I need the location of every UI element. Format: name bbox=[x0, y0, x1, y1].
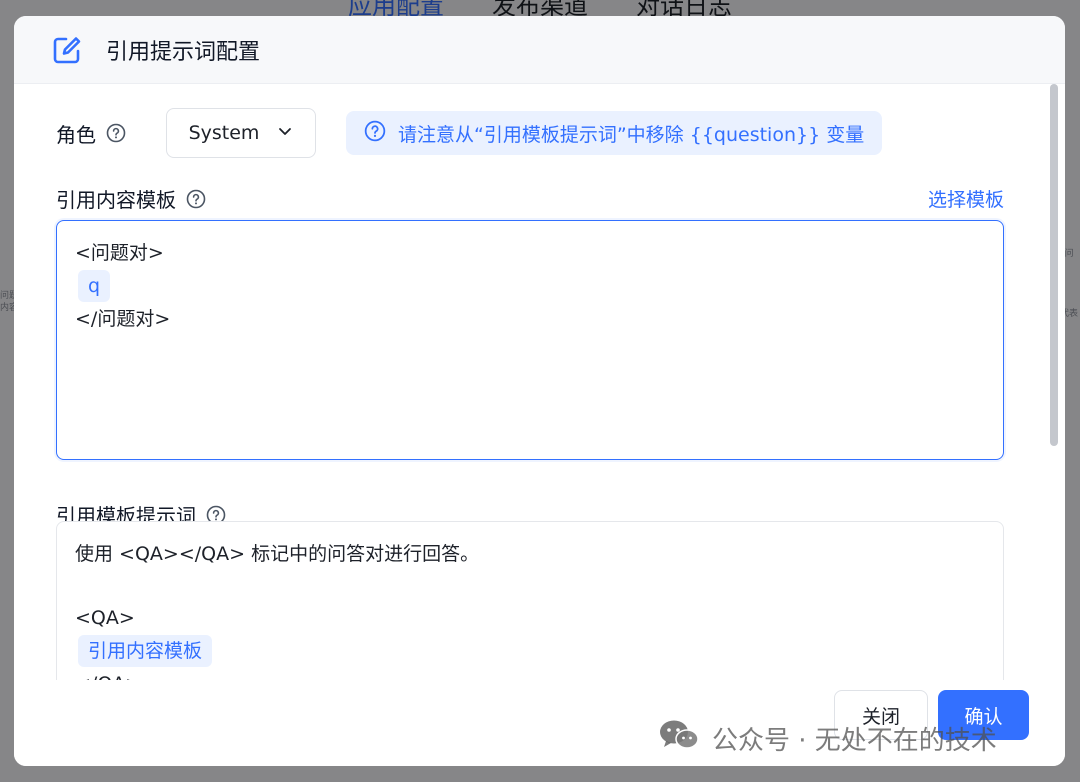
dialog-body: 角色 System 请注意从“引用模板提示词”中移除 {{question}} … bbox=[14, 84, 1065, 680]
role-select-value: System bbox=[188, 122, 260, 144]
info-icon bbox=[364, 120, 386, 147]
quote-prompt-editor[interactable]: 使用 <QA></QA> 标记中的问答对进行回答。 <QA> 引用内容模板 </… bbox=[56, 521, 1004, 680]
role-select[interactable]: System bbox=[166, 108, 316, 158]
tip-text: 请注意从“引用模板提示词”中移除 {{question}} 变量 bbox=[398, 123, 865, 146]
choose-template-link[interactable]: 选择模板 bbox=[928, 185, 1004, 212]
question-variable-tip: 请注意从“引用模板提示词”中移除 {{question}} 变量 bbox=[346, 111, 883, 155]
help-icon[interactable] bbox=[186, 189, 206, 209]
quote-template-label-row: 引用内容模板 选择模板 bbox=[56, 184, 1004, 213]
watermark-text: 公众号 · 无处不在的技术 bbox=[712, 726, 997, 756]
watermark: 公众号 · 无处不在的技术 bbox=[658, 718, 997, 759]
editor-line: <问题对> bbox=[75, 242, 164, 264]
quote-prompt-dialog: 引用提示词配置 角色 System 请注意从“引用模板提示词”中移除 {{que… bbox=[14, 16, 1065, 766]
quote-template-editor[interactable]: <问题对> q </问题对> bbox=[56, 220, 1004, 460]
wechat-icon bbox=[658, 718, 700, 759]
scrollbar[interactable] bbox=[1050, 84, 1062, 680]
editor-line: </问题对> bbox=[75, 308, 171, 330]
variable-chip[interactable]: 引用内容模板 bbox=[78, 635, 213, 667]
dialog-header: 引用提示词配置 bbox=[14, 16, 1065, 84]
quote-template-label: 引用内容模板 bbox=[56, 184, 206, 213]
role-row: 角色 System 请注意从“引用模板提示词”中移除 {{question}} … bbox=[56, 108, 883, 158]
variable-chip[interactable]: q bbox=[78, 270, 111, 302]
help-icon[interactable] bbox=[106, 123, 126, 143]
scrollbar-thumb[interactable] bbox=[1050, 84, 1058, 446]
editor-line: </QA> bbox=[75, 668, 985, 680]
dialog-title: 引用提示词配置 bbox=[106, 39, 261, 65]
chevron-down-icon bbox=[277, 122, 293, 144]
editor-line: 使用 <QA></QA> 标记中的问答对进行回答。 bbox=[75, 543, 480, 565]
edit-icon bbox=[52, 34, 84, 66]
editor-line: <QA> bbox=[75, 607, 135, 629]
role-label: 角色 bbox=[56, 119, 126, 148]
